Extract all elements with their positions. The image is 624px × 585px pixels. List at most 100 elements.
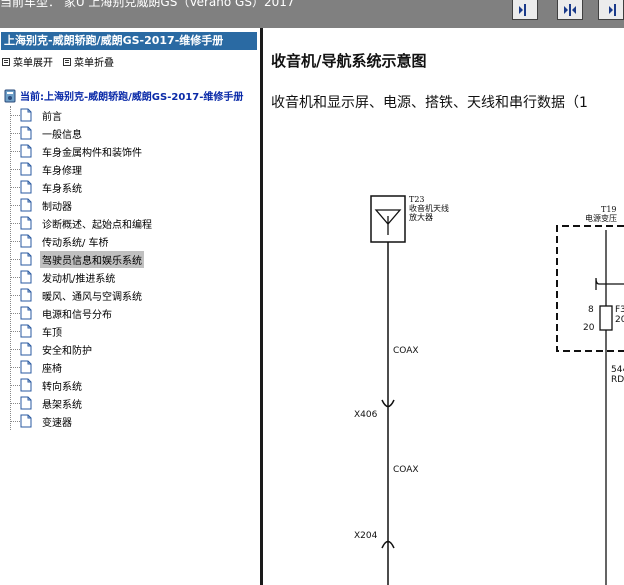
tree-connector <box>10 276 20 278</box>
tree-item-label: 座椅 <box>42 363 62 375</box>
wire-544: 544 <box>611 365 624 375</box>
t23-name-2: 放大器 <box>409 212 433 222</box>
nav-next-button[interactable] <box>598 0 624 20</box>
tree-item-label: 车身修理 <box>42 165 82 177</box>
tree-connector <box>10 222 20 224</box>
document-icon <box>20 252 32 266</box>
document-icon <box>20 360 32 374</box>
document-icon <box>20 324 32 338</box>
tree-connector <box>10 150 20 152</box>
tree-item[interactable]: 制动器 <box>0 196 260 214</box>
document-pane: 收音机/导航系统示意图 收音机和显示屏、电源、搭铁、天线和串行数据（1 T23 … <box>263 28 624 585</box>
tree-item-label: 车身金属构件和装饰件 <box>42 147 142 159</box>
tree-item-label: 一般信息 <box>42 129 82 141</box>
pin-20: 20 <box>583 323 595 333</box>
tree-connector <box>10 132 20 134</box>
tree-item-label: 前言 <box>42 111 62 123</box>
top-bar: 当前车型： 家U 上海别克威朗GS（Verano GS）2017 <box>0 0 624 28</box>
tree-item[interactable]: 传动系统/ 车桥 <box>0 232 260 250</box>
tree-item-label: 诊断概述、起始点和编程 <box>42 219 152 231</box>
tree-connector <box>10 204 20 206</box>
collapse-menu-button[interactable]: 菜单折叠 <box>63 54 114 69</box>
document-icon <box>20 378 32 392</box>
coax-label-2: COAX <box>393 465 419 475</box>
tree-item-label: 发动机/推进系统 <box>42 273 116 285</box>
collapse-icon <box>63 57 71 66</box>
tree-item-label: 驾驶员信息和娱乐系统 <box>40 250 144 268</box>
tree-item[interactable]: 前言 <box>0 106 260 124</box>
tree-item[interactable]: 车身修理 <box>0 160 260 178</box>
document-icon <box>20 126 32 140</box>
document-icon <box>20 162 32 176</box>
nav-collapse-button[interactable] <box>557 0 583 20</box>
tree-item[interactable]: 悬架系统 <box>0 394 260 412</box>
tree-item[interactable]: 诊断概述、起始点和编程 <box>0 214 260 232</box>
current-path[interactable]: 当前:上海别克-威朗轿跑/威朗GS-2017-维修手册 <box>4 88 243 103</box>
x406-label: X406 <box>354 410 378 420</box>
collapse-menu-label: 菜单折叠 <box>74 58 114 69</box>
t19-id: T19 <box>601 205 617 214</box>
tree-connector <box>10 384 20 386</box>
t23-name-1: 收音机天线 <box>409 203 449 213</box>
window-title: 当前车型： 家U 上海别克威朗GS（Verano GS）2017 <box>0 0 295 9</box>
tree-item[interactable]: 电源和信号分布 <box>0 304 260 322</box>
document-icon <box>20 306 32 320</box>
tree-item-label: 安全和防护 <box>42 345 92 357</box>
document-icon <box>20 396 32 410</box>
tree-connector <box>10 168 20 170</box>
wiring-diagram: T23 收音机天线 放大器 COAX COAX X406 X204 T19 电源… <box>354 195 624 585</box>
tree-item[interactable]: 驾驶员信息和娱乐系统 <box>0 250 260 268</box>
tree-item-label: 变速器 <box>42 417 72 429</box>
tree-connector <box>10 312 20 314</box>
menu-controls: 菜单展开 菜单折叠 <box>2 54 114 69</box>
tree-item[interactable]: 安全和防护 <box>0 340 260 358</box>
document-icon <box>20 144 32 158</box>
nav-next-icon <box>609 3 616 16</box>
tree-connector <box>10 258 20 260</box>
pin-8: 8 <box>588 305 594 315</box>
document-icon <box>20 288 32 302</box>
tree-item[interactable]: 一般信息 <box>0 124 260 142</box>
tree-connector <box>10 420 20 422</box>
manual-title[interactable]: 上海别克-威朗轿跑/威朗GS-2017-维修手册 <box>1 32 257 50</box>
coax-label-1: COAX <box>393 346 419 356</box>
tree-connector <box>10 294 20 296</box>
expand-menu-label: 菜单展开 <box>13 58 53 69</box>
tree-item-label: 电源和信号分布 <box>42 309 112 321</box>
tree-item-label: 暖风、通风与空调系统 <box>42 291 142 303</box>
nav-collapse-icon <box>564 3 576 16</box>
tree-item-label: 车身系统 <box>42 183 82 195</box>
expand-icon <box>2 57 10 66</box>
tree-connector <box>10 402 20 404</box>
manual-tree: 前言一般信息车身金属构件和装饰件 车身修理车身系统 制动器诊断概述、起始点和编程 传动… <box>0 106 260 430</box>
navigation-pane: 上海别克-威朗轿跑/威朗GS-2017-维修手册 菜单展开 菜单折叠 当前:上海… <box>0 28 260 585</box>
tree-item[interactable]: 车身系统 <box>0 178 260 196</box>
tree-item-label: 转向系统 <box>42 381 82 393</box>
wire-color-rd: RD <box>611 375 624 385</box>
tree-item[interactable]: 发动机/推进系统 <box>0 268 260 286</box>
document-icon <box>20 198 32 212</box>
t19-name: 电源变压 <box>585 213 617 223</box>
tree-item[interactable]: 车顶 <box>0 322 260 340</box>
current-path-label: 当前:上海别克-威朗轿跑/威朗GS-2017-维修手册 <box>20 92 244 103</box>
tree-item-label: 车顶 <box>42 327 62 339</box>
t23-id: T23 <box>409 195 425 204</box>
tree-connector <box>10 186 20 188</box>
tree-item[interactable]: 车身金属构件和装饰件 <box>0 142 260 160</box>
document-icon <box>20 234 32 248</box>
book-icon <box>4 89 16 102</box>
document-icon <box>20 108 32 122</box>
nav-prev-button[interactable] <box>512 0 538 20</box>
tree-connector <box>10 240 20 242</box>
tree-item-label: 悬架系统 <box>42 399 82 411</box>
tree-connector <box>10 348 20 350</box>
tree-item-label: 传动系统/ 车桥 <box>42 237 109 249</box>
tree-item[interactable]: 转向系统 <box>0 376 260 394</box>
x204-label: X204 <box>354 531 378 541</box>
tree-item[interactable]: 变速器 <box>0 412 260 430</box>
tree-item[interactable]: 座椅 <box>0 358 260 376</box>
tree-connector <box>10 330 20 332</box>
tree-connector <box>10 366 20 368</box>
tree-item[interactable]: 暖风、通风与空调系统 <box>0 286 260 304</box>
expand-menu-button[interactable]: 菜单展开 <box>2 54 53 69</box>
